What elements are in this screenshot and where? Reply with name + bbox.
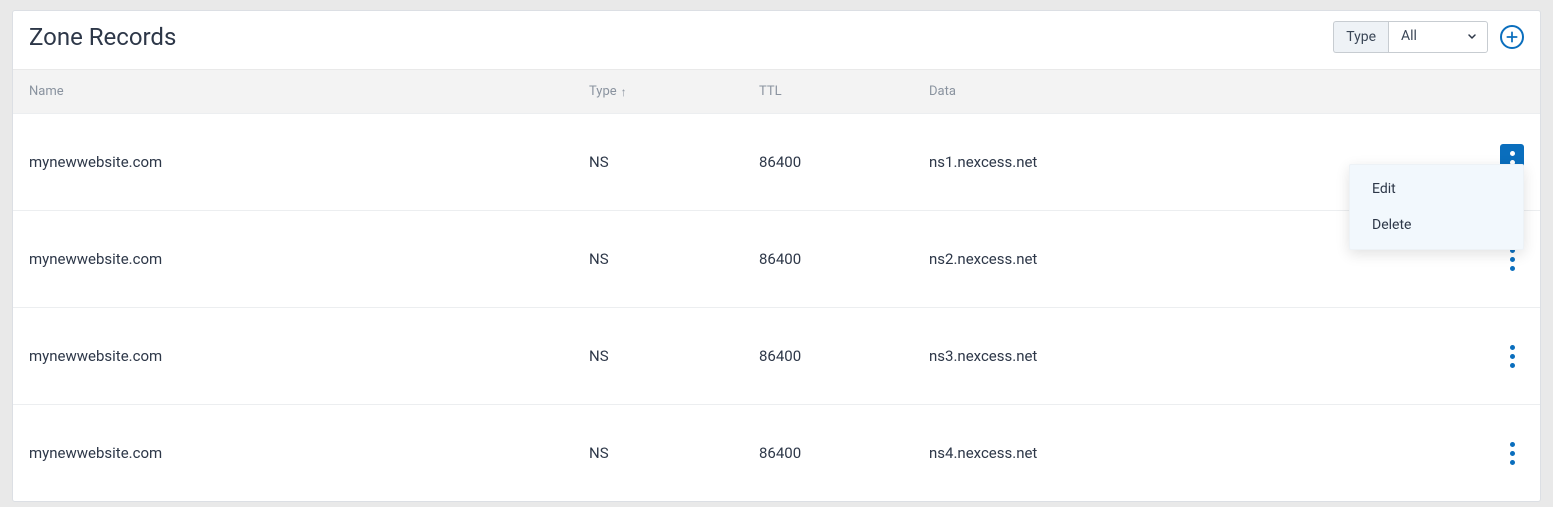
cell-ttl: 86400 (759, 250, 929, 268)
column-type[interactable]: Type ↑ (589, 84, 759, 99)
kebab-dot-icon (1510, 354, 1515, 359)
column-name-label: Name (29, 84, 64, 99)
table-header: Name Type ↑ TTL Data (13, 69, 1540, 113)
column-ttl-label: TTL (759, 84, 782, 99)
menu-item-delete[interactable]: Delete (1350, 207, 1523, 243)
row-actions-button[interactable] (1500, 338, 1524, 374)
cell-name: mynewwebsite.com (29, 153, 589, 171)
kebab-dot-icon (1510, 345, 1515, 350)
cell-name: mynewwebsite.com (29, 444, 589, 462)
kebab-dot-icon (1510, 257, 1515, 262)
table-row: mynewwebsite.comNS86400ns1.nexcess.netEd… (13, 113, 1540, 210)
panel-title: Zone Records (29, 23, 176, 51)
column-name[interactable]: Name (29, 84, 589, 99)
card-header: Zone Records Type All (13, 11, 1540, 69)
cell-type: NS (589, 347, 759, 365)
cell-data: ns2.nexcess.net (929, 250, 1464, 268)
cell-data: ns3.nexcess.net (929, 347, 1464, 365)
kebab-dot-icon (1510, 151, 1515, 156)
column-data[interactable]: Data (929, 84, 1464, 99)
row-actions-button[interactable] (1500, 435, 1524, 471)
table-body: mynewwebsite.comNS86400ns1.nexcess.netEd… (13, 113, 1540, 501)
cell-name: mynewwebsite.com (29, 250, 589, 268)
filter-select-wrap: All (1388, 21, 1488, 53)
zone-records-card: Zone Records Type All Name Type ↑ TTL Da… (12, 10, 1541, 502)
header-controls: Type All (1333, 21, 1524, 53)
filter-type-select[interactable]: All (1388, 21, 1488, 53)
table-row: mynewwebsite.comNS86400ns3.nexcess.net (13, 307, 1540, 404)
cell-actions (1464, 435, 1524, 471)
sort-ascending-icon: ↑ (621, 85, 627, 99)
cell-type: NS (589, 153, 759, 171)
kebab-dot-icon (1510, 451, 1515, 456)
menu-item-edit[interactable]: Edit (1350, 171, 1523, 207)
cell-type: NS (589, 444, 759, 462)
add-record-button[interactable] (1500, 25, 1524, 49)
cell-type: NS (589, 250, 759, 268)
table-row: mynewwebsite.comNS86400ns2.nexcess.net (13, 210, 1540, 307)
kebab-dot-icon (1510, 266, 1515, 271)
filter-type-label: Type (1333, 21, 1388, 53)
cell-data: ns4.nexcess.net (929, 444, 1464, 462)
column-type-label: Type (589, 84, 617, 99)
cell-ttl: 86400 (759, 347, 929, 365)
kebab-dot-icon (1510, 460, 1515, 465)
cell-ttl: 86400 (759, 153, 929, 171)
cell-ttl: 86400 (759, 444, 929, 462)
row-actions-menu: EditDelete (1349, 164, 1524, 250)
cell-name: mynewwebsite.com (29, 347, 589, 365)
column-ttl[interactable]: TTL (759, 84, 929, 99)
plus-icon (1505, 30, 1519, 44)
kebab-dot-icon (1510, 363, 1515, 368)
column-actions (1464, 84, 1524, 99)
kebab-dot-icon (1510, 442, 1515, 447)
table-row: mynewwebsite.comNS86400ns4.nexcess.net (13, 404, 1540, 501)
cell-actions (1464, 338, 1524, 374)
column-data-label: Data (929, 84, 956, 99)
